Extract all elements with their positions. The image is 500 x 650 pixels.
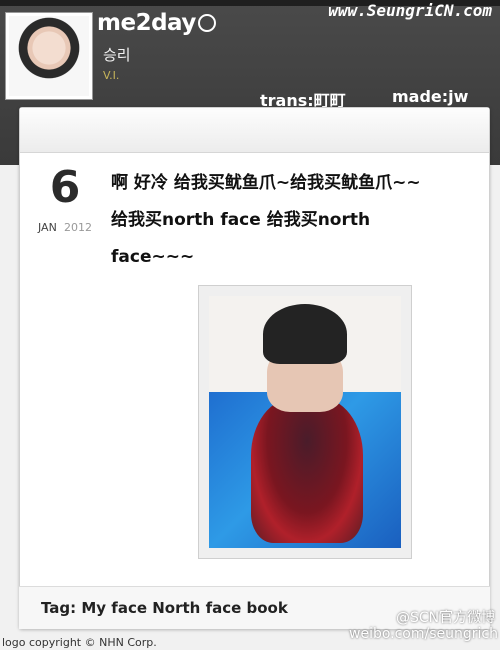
avatar[interactable] bbox=[5, 12, 93, 100]
made-credit: made:jw bbox=[392, 87, 469, 106]
username[interactable]: 승리 bbox=[103, 44, 131, 65]
post-text-line: face~~~ bbox=[111, 247, 195, 267]
watermark-scn: @SCN官方微博 bbox=[396, 610, 496, 626]
post-date-day: 6 bbox=[49, 162, 81, 213]
post-photo[interactable] bbox=[198, 285, 412, 559]
post-text-line: 给我买north face 给我买north bbox=[111, 210, 371, 230]
post-date-month: JAN bbox=[38, 221, 57, 234]
post-text: 啊 好冷 给我买鱿鱼爪~给我买鱿鱼爪~~ 给我买north face 给我买no… bbox=[111, 165, 471, 276]
post-photo-image bbox=[209, 296, 401, 548]
user-role-label: V.I. bbox=[103, 69, 120, 82]
photo-beanie bbox=[262, 303, 348, 365]
photo-scarf bbox=[251, 396, 363, 543]
post-text-line: 啊 好冷 给我买鱿鱼爪~给我买鱿鱼爪~~ bbox=[111, 173, 421, 193]
avatar-photo bbox=[9, 16, 89, 96]
copyright-text: logo copyright © NHN Corp. bbox=[2, 636, 157, 649]
post-tags[interactable]: Tag: My face North face book bbox=[41, 599, 288, 617]
watermark-url: www.SeungriCN.com bbox=[328, 1, 492, 20]
post-card-header bbox=[20, 108, 489, 153]
speech-bubble-icon bbox=[197, 13, 216, 32]
watermark-weibo: weibo.com/seungrich bbox=[349, 626, 498, 642]
brand-name: me2day bbox=[97, 10, 196, 36]
post-date-year: 2012 bbox=[64, 221, 92, 234]
brand-logo[interactable]: me2day bbox=[97, 10, 216, 36]
